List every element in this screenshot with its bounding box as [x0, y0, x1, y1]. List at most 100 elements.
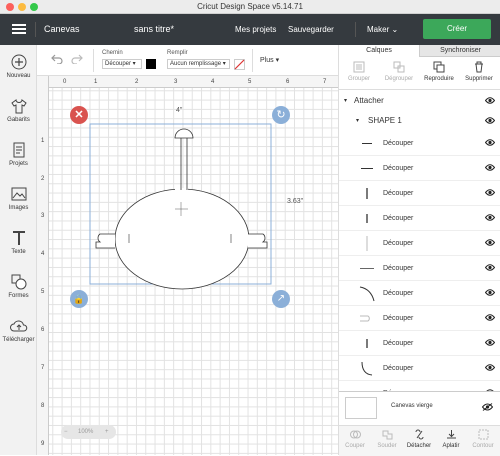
ruler-tick: 2 [41, 176, 44, 182]
delete-selection-icon[interactable]: ✕ [70, 106, 88, 124]
eye-icon[interactable] [485, 189, 495, 196]
layer-item[interactable]: Découper [339, 356, 500, 381]
eye-hidden-icon[interactable] [482, 403, 493, 411]
slice-button[interactable]: Couper [339, 429, 371, 449]
path-label: Chemin [102, 50, 123, 56]
eye-icon[interactable] [485, 214, 495, 221]
slice-icon [350, 429, 361, 440]
eye-icon[interactable] [485, 289, 495, 296]
design-canvas[interactable]: ✕ ↻ 🔒 ↗ 4" 3.63" − 100% + [37, 76, 338, 455]
blank-canvas-swatch[interactable] [345, 397, 377, 419]
zoom-in-button[interactable]: + [105, 425, 109, 439]
resize-handle-icon[interactable]: ↗ [272, 290, 290, 308]
redo-icon[interactable] [71, 54, 83, 64]
eye-icon[interactable] [485, 139, 495, 146]
section-title: Canevas [44, 14, 80, 45]
layer-item[interactable]: Découper [339, 306, 500, 331]
more-menu[interactable]: Plus ▾ [260, 56, 279, 64]
eye-icon[interactable] [485, 239, 495, 246]
edit-toolbar: Chemin Découper ▾ Remplir Aucun rempliss… [37, 45, 338, 76]
eye-icon[interactable] [485, 164, 495, 171]
layer-thumbnail [357, 131, 377, 156]
sidebar-item-upload[interactable]: Télécharger [0, 318, 37, 343]
undo-icon[interactable] [51, 54, 63, 64]
eye-icon[interactable] [485, 264, 495, 271]
sidebar-item-projects[interactable]: Projets [0, 142, 37, 167]
my-projects-link[interactable]: Mes projets [235, 14, 276, 45]
sidebar-item-images[interactable]: Images [0, 186, 37, 211]
layer-label: Découper [383, 231, 413, 256]
layer-item[interactable]: Découper [339, 181, 500, 206]
layer-item[interactable]: Découper [339, 281, 500, 306]
eye-icon[interactable] [485, 117, 495, 124]
flatten-label: Aplatir [442, 443, 459, 449]
tab-sync[interactable]: Synchroniser [420, 45, 500, 57]
fill-select[interactable]: Aucun remplissage ▾ [167, 59, 230, 69]
sidebar-item-templates[interactable]: Gabarits [0, 98, 37, 123]
sidebar-item-text[interactable]: Texte [0, 230, 37, 255]
layer-item[interactable]: Découper [339, 256, 500, 281]
shape-ellipse-body [115, 189, 249, 289]
layer-thumbnail [357, 356, 377, 381]
layer-item[interactable]: Découper [339, 156, 500, 181]
document-title[interactable]: sans titre* [134, 14, 174, 45]
make-button[interactable]: Créer [423, 19, 491, 39]
duplicate-button[interactable]: Reproduire [419, 61, 459, 82]
eye-icon[interactable] [485, 314, 495, 321]
layer-item[interactable]: Découper [339, 206, 500, 231]
layer-thumbnail [357, 381, 377, 391]
layer-label: Découper [383, 381, 413, 391]
path-select[interactable]: Découper ▾ [102, 59, 142, 69]
weld-button[interactable]: Souder [371, 429, 403, 449]
tab-layers[interactable]: Calques [339, 45, 420, 57]
layer-item[interactable]: Découper [339, 331, 500, 356]
rotate-icon[interactable]: ↻ [272, 106, 290, 124]
sidebar-item-label: Gabarits [7, 117, 30, 123]
height-dimension: 3.63" [287, 198, 303, 205]
chevron-down-icon: ⌄ [391, 25, 398, 34]
line-color-swatch[interactable] [146, 59, 156, 69]
group-button[interactable]: Grouper [339, 61, 379, 82]
layer-shape-row[interactable]: ▾ SHAPE 1 [339, 111, 500, 131]
close-window-button[interactable] [6, 3, 14, 11]
sidebar-item-shapes[interactable]: Formes [0, 274, 37, 299]
ruler-tick: 3 [174, 79, 177, 85]
flatten-button[interactable]: Aplatir [435, 429, 467, 449]
collapse-icon[interactable]: ▾ [356, 111, 359, 131]
layer-group-row[interactable]: ▾ Attacher [339, 91, 500, 111]
window-title: Cricut Design Space v5.14.71 [197, 2, 303, 11]
eye-icon[interactable] [485, 364, 495, 371]
eye-icon[interactable] [485, 339, 495, 346]
machine-select[interactable]: Maker ⌄ [367, 14, 398, 45]
maximize-window-button[interactable] [30, 3, 38, 11]
ruler-tick: 1 [41, 138, 44, 144]
sidebar-item-new[interactable]: Nouveau [0, 54, 37, 79]
no-fill-swatch[interactable] [234, 59, 245, 70]
layer-item[interactable]: Découper [339, 231, 500, 256]
layer-list: Découper Découper Découper Découper Déco… [339, 131, 500, 391]
save-link[interactable]: Sauvegarder [288, 14, 334, 45]
lock-proportions-icon[interactable]: 🔒 [70, 290, 88, 308]
layer-thumbnail [357, 331, 377, 356]
layer-item[interactable]: Découper [339, 131, 500, 156]
zoom-out-button[interactable]: − [64, 425, 68, 439]
left-ruler: 1 2 3 4 5 6 7 8 9 [37, 76, 49, 455]
delete-button[interactable]: Supprimer [459, 61, 499, 82]
menu-icon[interactable] [12, 24, 26, 34]
collapse-icon[interactable]: ▾ [344, 91, 347, 111]
eye-icon[interactable] [485, 97, 495, 104]
ruler-tick: 4 [41, 251, 44, 257]
layer-item[interactable]: Découper [339, 381, 500, 391]
ruler-tick: 7 [323, 79, 326, 85]
minimize-window-button[interactable] [18, 3, 26, 11]
ruler-tick: 4 [211, 79, 214, 85]
layer-thumbnail [357, 156, 377, 181]
delete-label: Supprimer [465, 76, 493, 82]
contour-button[interactable]: Contour [467, 429, 499, 449]
ungroup-button[interactable]: Dégrouper [379, 61, 419, 82]
ruler-tick: 6 [41, 327, 44, 333]
machine-label: Maker [367, 25, 389, 34]
bottom-layer-tools: Couper Souder Détacher Aplatir Contour [339, 425, 500, 456]
layer-thumbnail [357, 256, 377, 281]
detach-button[interactable]: Détacher [403, 429, 435, 449]
